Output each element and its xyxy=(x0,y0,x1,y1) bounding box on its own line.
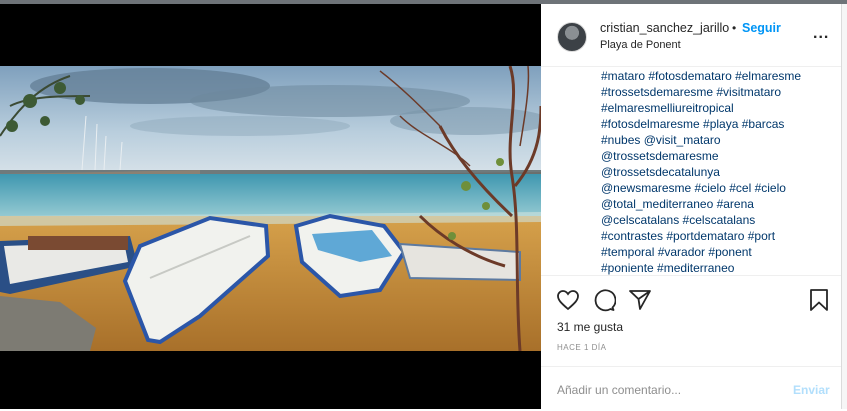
separator-dot: • xyxy=(732,21,737,35)
post-photo xyxy=(0,66,541,351)
caption-line[interactable]: @trossetsdemaresme xyxy=(601,148,831,164)
caption-line[interactable]: @newsmaresme #cielo #cel #cielo xyxy=(601,180,831,196)
share-icon[interactable] xyxy=(628,288,652,312)
comment-bar: Añadir un comentario... Enviar xyxy=(541,366,841,411)
caption-line[interactable]: #trossetsdemaresme #visitmataro xyxy=(601,84,831,100)
post-comment-button[interactable]: Enviar xyxy=(793,383,830,397)
post-timestamp[interactable]: HACE 1 DÍA xyxy=(557,343,606,352)
caption-line[interactable]: #fotosdelmaresme #playa #barcas xyxy=(601,116,831,132)
post-panel: cristian_sanchez_jarillo • Seguir Playa … xyxy=(541,4,841,409)
post-media[interactable] xyxy=(0,4,541,409)
page-right-edge xyxy=(841,4,847,409)
username-link[interactable]: cristian_sanchez_jarillo xyxy=(600,21,729,35)
comment-icon[interactable] xyxy=(592,288,616,312)
avatar[interactable] xyxy=(557,22,587,52)
caption-line[interactable]: @total_mediterraneo #arena xyxy=(601,196,831,212)
caption-hashtags: #mataro #fotosdemataro #elmaresme #tross… xyxy=(601,68,831,275)
heart-icon[interactable] xyxy=(556,288,580,312)
caption-line[interactable]: #elmaresmelliureitropical xyxy=(601,100,831,116)
more-options-icon[interactable]: ... xyxy=(813,26,829,42)
comment-input[interactable]: Añadir un comentario... xyxy=(557,383,681,397)
follow-button[interactable]: Seguir xyxy=(742,21,781,35)
post-header: cristian_sanchez_jarillo • Seguir Playa … xyxy=(541,4,841,67)
caption-line[interactable]: #temporal #varador #ponent xyxy=(601,244,831,260)
caption-line[interactable]: @trossetsdecatalunya xyxy=(601,164,831,180)
caption-area[interactable]: #mataro #fotosdemataro #elmaresme #tross… xyxy=(541,67,841,275)
post-actions: 31 me gusta HACE 1 DÍA Añadir un comenta… xyxy=(541,275,841,410)
caption-line[interactable]: #poniente #mediterraneo xyxy=(601,260,831,275)
caption-line[interactable]: #contrastes #portdemataro #port xyxy=(601,228,831,244)
caption-line[interactable]: #nubes @visit_mataro xyxy=(601,132,831,148)
caption-line[interactable]: @celscatalans #celscatalans xyxy=(601,212,831,228)
likes-count[interactable]: 31 me gusta xyxy=(557,320,623,334)
bookmark-icon[interactable] xyxy=(807,288,831,312)
location-link[interactable]: Playa de Ponent xyxy=(600,39,681,51)
caption-line[interactable]: #mataro #fotosdemataro #elmaresme xyxy=(601,68,831,84)
